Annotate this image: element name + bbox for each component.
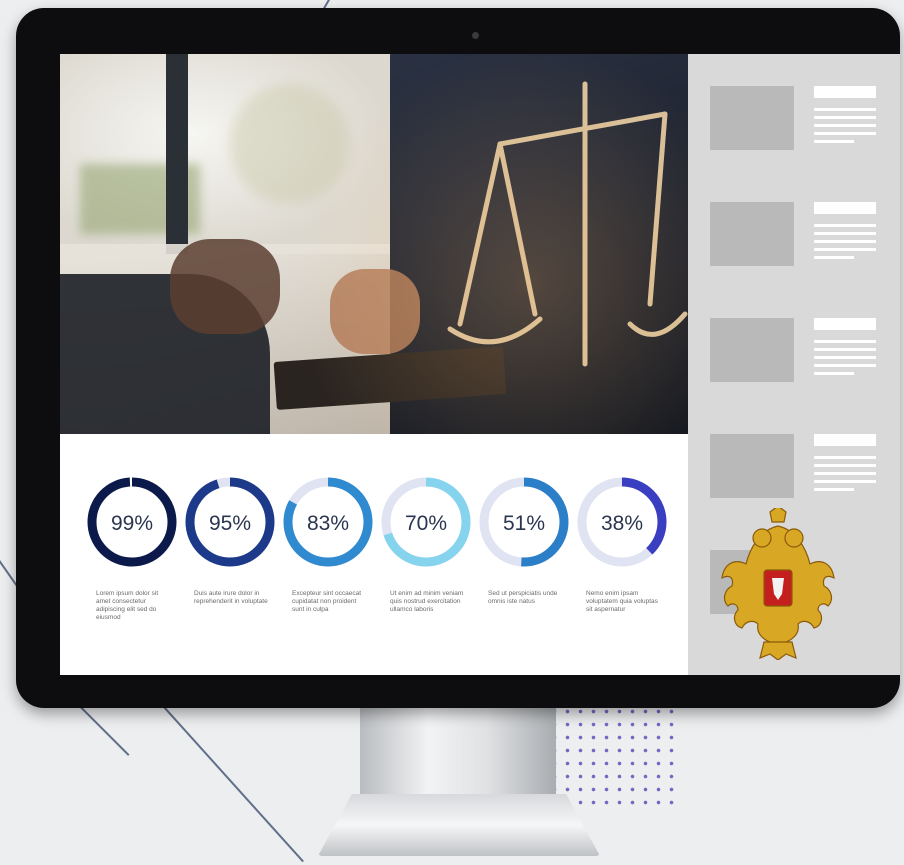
sidebar-card-line [814,140,854,143]
sidebar-card-line [814,240,876,243]
statistics-panel: 99% Lorem ipsum dolor sit amet consectet… [60,434,688,675]
sidebar-card-title [814,86,876,98]
donut-ring: 95% [185,477,275,567]
donut-ring: 38% [577,477,667,567]
sidebar-card-line [814,232,876,235]
stat-item: 51% Sed ut perspiciatis unde omnis iste … [478,466,570,606]
stat-caption: Duis aute irure dolor in reprehenderit i… [194,590,268,605]
stat-item: 95% Duis aute irure dolor in reprehender… [184,466,276,606]
sidebar-card-thumbnail [710,202,794,266]
stat-item: 99% Lorem ipsum dolor sit amet consectet… [86,466,178,622]
stat-percent-label: 70% [405,512,447,535]
stat-item: 38% Nemo enim ipsam voluptatem quia volu… [576,466,668,614]
sidebar-card-line [814,364,876,367]
stat-percent-label: 38% [601,512,643,535]
donut-ring: 70% [381,477,471,567]
stat-percent-label: 99% [111,512,153,535]
background-dot-grid [548,692,678,812]
stat-caption: Sed ut perspiciatis unde omnis iste natu… [488,590,558,605]
donut-ring: 51% [479,477,569,567]
sidebar-card-title [814,202,876,214]
sidebar-card-line [814,456,876,459]
stat-item: 70% Ut enim ad minim veniam quis nostrud… [380,466,472,614]
stat-caption: Ut enim ad minim veniam quis nostrud exe… [390,590,464,613]
sidebar-card-line [814,248,876,251]
monitor-stand-neck [360,706,556,798]
sidebar-card-thumbnail [710,86,794,150]
monitor-stand-base [318,794,600,856]
sidebar-card-line [814,464,876,467]
stat-caption: Nemo enim ipsam voluptatem quia voluptas… [586,590,658,613]
sidebar-card-line [814,488,854,491]
donut-ring: 99% [87,477,177,567]
sidebar-card-line [814,256,854,259]
stat-caption: Excepteur sint occaecat cupidatat non pr… [292,590,362,613]
background-line [78,705,130,756]
stat-percent-label: 95% [209,512,251,535]
stat-percent-label: 83% [307,512,349,535]
sidebar-card-line [814,124,876,127]
sidebar-card-line [814,480,876,483]
sidebar-card-line [814,116,876,119]
stat-caption: Lorem ipsum dolor sit amet consectetur a… [96,590,159,621]
sidebar-card-line [814,356,876,359]
hero-photo [60,54,688,434]
sidebar-card-line [814,472,876,475]
webcam-icon [472,32,479,39]
sidebar-card-title [814,318,876,330]
sidebar-card-line [814,348,876,351]
background-line [148,690,304,863]
sidebar-card-thumbnail [710,318,794,382]
sidebar-card-line [814,340,876,343]
sidebar-card-thumbnail [710,434,794,498]
russian-coat-of-arms-icon [721,508,835,660]
sidebar-card-title [814,434,876,446]
sidebar-card-line [814,108,876,111]
sidebar-card-line [814,132,876,135]
sidebar-card-line [814,224,876,227]
stat-item: 83% Excepteur sint occaecat cupidatat no… [282,466,374,614]
donut-ring: 83% [283,477,373,567]
sidebar-card-line [814,372,854,375]
stat-percent-label: 51% [503,512,545,535]
